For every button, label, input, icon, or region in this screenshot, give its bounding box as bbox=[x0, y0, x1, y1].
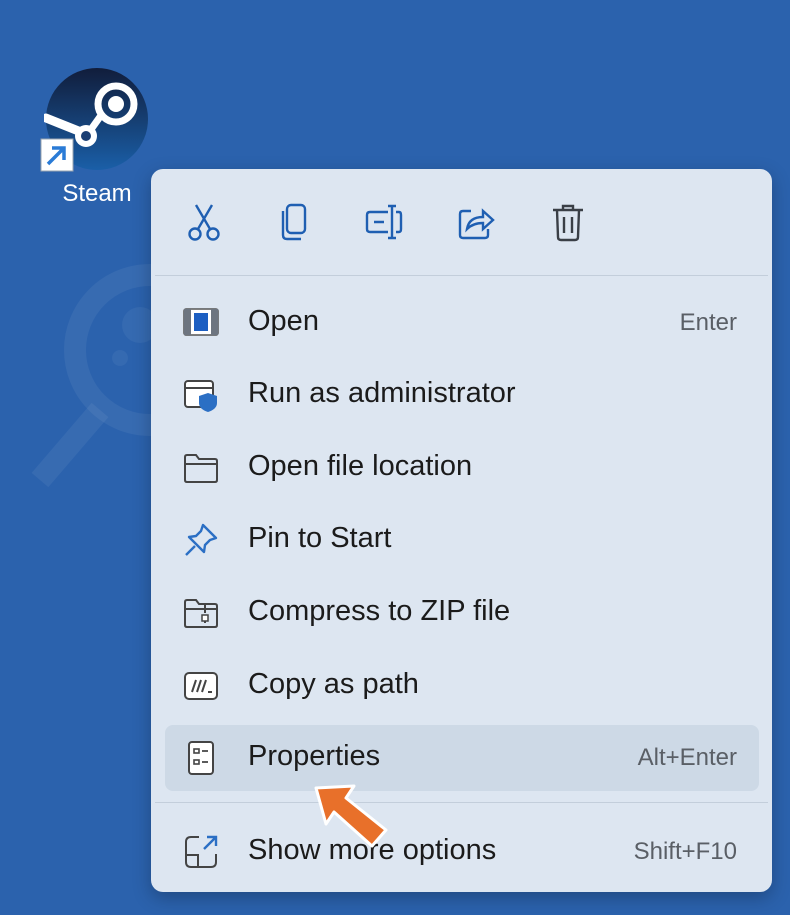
menu-item-copy-as-path[interactable]: Copy as path bbox=[165, 653, 759, 719]
share-button[interactable] bbox=[453, 199, 499, 245]
more-options-icon bbox=[185, 835, 218, 868]
menu-divider bbox=[155, 802, 768, 803]
delete-button[interactable] bbox=[545, 199, 591, 245]
menu-item-show-more-options[interactable]: Show more options Shift+F10 bbox=[165, 819, 759, 885]
shortcut-arrow-icon bbox=[40, 138, 74, 172]
admin-shield-icon bbox=[184, 380, 217, 412]
menu-item-label: Copy as path bbox=[248, 668, 419, 700]
menu-item-shortcut: Alt+Enter bbox=[637, 744, 737, 771]
menu-item-label: Compress to ZIP file bbox=[248, 595, 511, 627]
pin-icon bbox=[185, 523, 218, 556]
menu-item-label: Open file location bbox=[248, 450, 473, 482]
properties-icon bbox=[188, 741, 214, 775]
menu-item-label: Properties bbox=[248, 740, 381, 772]
rename-icon bbox=[365, 204, 403, 240]
context-menu-toolbar bbox=[151, 169, 772, 275]
cut-button[interactable] bbox=[181, 199, 227, 245]
context-menu: Open Enter Run as administrator Open fil… bbox=[151, 169, 772, 892]
rename-button[interactable] bbox=[361, 199, 407, 245]
menu-divider bbox=[155, 275, 768, 276]
menu-item-open-file-location[interactable]: Open file location bbox=[165, 435, 759, 501]
folder-icon bbox=[184, 454, 218, 483]
steam-label: Steam bbox=[62, 180, 132, 207]
share-icon bbox=[458, 208, 495, 240]
menu-item-compress-to-zip[interactable]: Compress to ZIP file bbox=[165, 580, 759, 646]
zip-folder-icon bbox=[184, 599, 218, 628]
copy-button[interactable] bbox=[271, 199, 317, 245]
menu-item-pin-to-start[interactable]: Pin to Start bbox=[165, 507, 759, 573]
open-app-icon bbox=[183, 308, 219, 336]
pointer-arrow-icon bbox=[314, 784, 388, 848]
menu-item-shortcut: Enter bbox=[679, 309, 737, 336]
steam-desktop-shortcut[interactable]: Steam bbox=[38, 66, 156, 216]
copy-path-icon bbox=[184, 672, 218, 700]
menu-item-properties[interactable]: Properties Alt+Enter bbox=[165, 725, 759, 791]
copy-icon bbox=[281, 203, 307, 241]
menu-item-label: Run as administrator bbox=[248, 377, 516, 409]
menu-item-open[interactable]: Open Enter bbox=[165, 290, 759, 356]
delete-icon bbox=[553, 204, 583, 242]
menu-item-label: Pin to Start bbox=[248, 522, 392, 554]
menu-item-shortcut: Shift+F10 bbox=[633, 838, 737, 865]
menu-item-run-as-administrator[interactable]: Run as administrator bbox=[165, 362, 759, 428]
cut-icon bbox=[188, 204, 220, 241]
menu-item-label: Open bbox=[248, 305, 319, 337]
